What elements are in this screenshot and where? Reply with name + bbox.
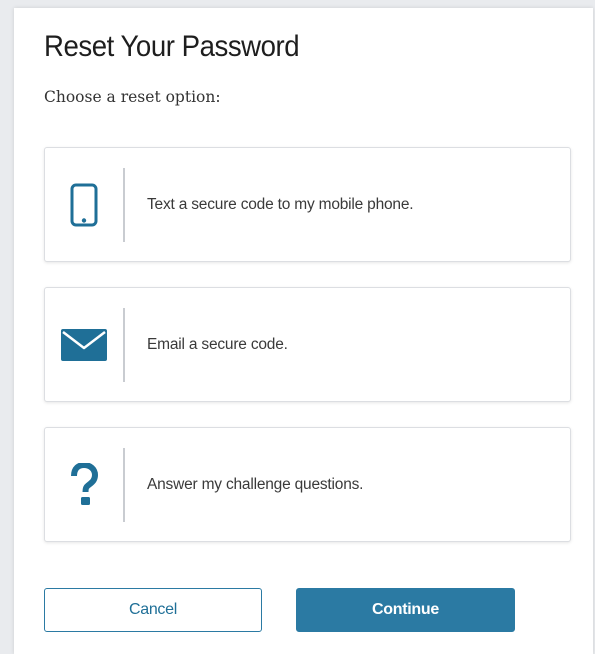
cancel-button[interactable]: Cancel <box>44 588 262 632</box>
option-label: Answer my challenge questions. <box>147 475 364 493</box>
page-title: Reset Your Password <box>44 30 300 63</box>
option-divider <box>123 448 125 522</box>
option-label: Text a secure code to my mobile phone. <box>147 195 414 213</box>
page-subtitle: Choose a reset option: <box>44 88 221 106</box>
option-text-mobile[interactable]: Text a secure code to my mobile phone. <box>44 147 571 262</box>
continue-button[interactable]: Continue <box>296 588 515 632</box>
option-challenge-questions[interactable]: Answer my challenge questions. <box>44 427 571 542</box>
option-label: Email a secure code. <box>147 335 288 353</box>
reset-password-panel: Reset Your Password Choose a reset optio… <box>14 8 593 654</box>
envelope-icon <box>45 288 123 401</box>
option-divider <box>123 168 125 242</box>
question-mark-icon <box>45 428 123 541</box>
option-divider <box>123 308 125 382</box>
mobile-phone-icon <box>45 148 123 261</box>
option-email[interactable]: Email a secure code. <box>44 287 571 402</box>
